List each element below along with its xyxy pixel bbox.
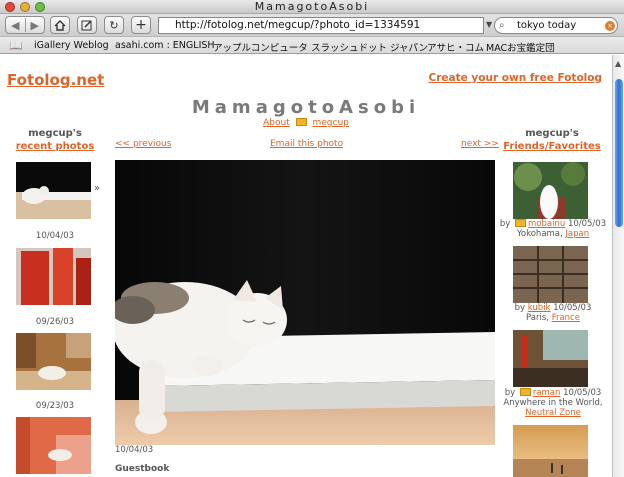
email-photo-link[interactable]: Email this photo	[270, 139, 343, 149]
recent-photo-thumb[interactable]	[16, 248, 91, 305]
window-title: MamagotoAsobi	[254, 0, 370, 13]
favorite-user-link[interactable]: raman	[533, 388, 561, 398]
vertical-scrollbar[interactable]: ▲	[612, 55, 624, 477]
search-icon: ⌕	[499, 20, 505, 31]
bookmarks-bar: 📖 iGallery Weblog asahi.com : ENGLISH アッ…	[0, 36, 624, 54]
favorite-user-link[interactable]: mobainu	[528, 219, 565, 229]
add-bookmark-button[interactable]: +	[131, 16, 151, 34]
photo-date: 10/04/03	[115, 445, 154, 455]
reload-button[interactable]: ↻	[104, 16, 124, 34]
bookmark-item[interactable]: スラッシュドット ジャパン	[311, 40, 428, 54]
forward-arrow-icon[interactable]: ▶	[25, 19, 44, 32]
room-cat-photo-thumb	[16, 333, 91, 390]
interior-photo-thumb	[513, 330, 588, 387]
bookmark-item[interactable]: MACお宝鑑定団	[486, 40, 555, 54]
current-photo-marker: »	[94, 183, 101, 194]
beach-photo-thumb	[513, 425, 588, 477]
edit-button[interactable]	[77, 16, 97, 34]
main-photo[interactable]	[115, 160, 495, 445]
friends-favorites-link[interactable]: Friends/Favorites	[497, 140, 607, 153]
owner-label: megcup's	[28, 128, 82, 139]
home-button[interactable]	[50, 16, 70, 34]
red-room-photo-thumb	[16, 417, 91, 474]
favorite-place: Anywhere in the World,	[503, 398, 603, 408]
favorite-user-link[interactable]: kubik	[528, 303, 551, 313]
guestbook-label: Guestbook	[115, 464, 170, 474]
user-icon	[519, 388, 531, 396]
shelves-photo-thumb	[513, 246, 588, 303]
browser-toolbar: ◀ ▶ ↻ + http://fotolog.net/megcup/?photo…	[0, 14, 624, 36]
back-forward-buttons: ◀ ▶	[5, 16, 45, 34]
favorite-caption: by raman 10/05/03 Anywhere in the World,…	[497, 388, 609, 418]
recent-photo-thumb[interactable]	[16, 333, 91, 390]
back-arrow-icon[interactable]: ◀	[6, 19, 25, 32]
favorite-date: 10/05/03	[563, 388, 602, 398]
favorite-photo-thumb[interactable]	[513, 330, 588, 387]
friends-favorites-header: megcup's Friends/Favorites	[497, 127, 607, 153]
pencil-icon	[81, 20, 92, 31]
search-input[interactable]: tokyo today	[494, 17, 618, 34]
wedding-photo-thumb	[513, 162, 588, 219]
chevron-down-icon[interactable]: ▼	[486, 20, 492, 29]
favorite-photo-thumb[interactable]	[513, 425, 588, 477]
by-label: by	[514, 303, 526, 313]
reload-icon: ↻	[109, 18, 119, 32]
owner-label: megcup's	[525, 128, 579, 139]
favorite-place: Yokohama,	[516, 229, 566, 239]
favorite-country-link[interactable]: Neutral Zone	[525, 408, 581, 418]
bookmark-item[interactable]: アサヒ・コム	[427, 40, 484, 54]
recent-photo-thumb[interactable]	[16, 417, 91, 474]
address-bar[interactable]: http://fotolog.net/megcup/?photo_id=1334…	[158, 17, 484, 34]
favorite-date: 10/05/03	[567, 219, 607, 229]
recent-photos-header: megcup's recent photos	[0, 127, 110, 153]
favorite-photo-thumb[interactable]	[513, 162, 588, 219]
red-chair-photo-thumb	[16, 248, 91, 305]
bookmark-item[interactable]: asahi.com : ENGLISH	[115, 40, 215, 51]
user-link[interactable]: megcup	[312, 118, 348, 128]
clear-search-icon[interactable]: ×	[605, 21, 615, 31]
thumb-date: 09/26/03	[35, 317, 75, 327]
recent-photo-thumb[interactable]	[16, 162, 91, 219]
bookmark-item[interactable]: アップルコンピュータ	[213, 40, 308, 54]
favorite-caption: by mobainu 10/05/03 Yokohama, Japan	[497, 219, 609, 239]
favorite-country-link[interactable]: Japan	[565, 229, 589, 239]
favorite-place: Paris,	[526, 313, 552, 323]
scroll-thumb[interactable]	[615, 79, 623, 227]
about-link[interactable]: About	[263, 118, 290, 128]
by-label: by	[504, 388, 516, 398]
scroll-up-arrow-icon[interactable]: ▲	[615, 59, 621, 68]
window-titlebar: MamagotoAsobi	[0, 0, 624, 14]
web-page: Fotolog.net Create your own free Fotolog…	[0, 55, 612, 477]
thumb-date: 09/23/03	[35, 401, 75, 411]
favorite-photo-thumb[interactable]	[513, 246, 588, 303]
recent-photos-link[interactable]: recent photos	[0, 140, 110, 153]
bookmark-item[interactable]: iGallery Weblog	[34, 40, 109, 51]
favorite-country-link[interactable]: France	[552, 313, 580, 323]
home-icon	[54, 19, 66, 31]
favorite-date: 10/05/03	[553, 303, 592, 313]
thumb-date: 10/04/03	[35, 231, 75, 241]
book-icon[interactable]: 📖	[9, 39, 23, 52]
cat-photo-thumb	[16, 162, 91, 219]
page-title: MamagotoAsobi	[191, 97, 421, 118]
by-label: by	[499, 219, 511, 229]
user-icon	[295, 118, 307, 126]
site-logo-link[interactable]: Fotolog.net	[7, 71, 104, 89]
user-icon	[515, 219, 526, 227]
favorite-caption: by kubik 10/05/03 Paris, France	[497, 303, 609, 323]
next-photo-link[interactable]: next >>	[461, 139, 499, 149]
sleeping-cat-photo	[115, 160, 495, 445]
plus-icon: +	[135, 17, 147, 33]
create-fotolog-link[interactable]: Create your own free Fotolog	[429, 72, 602, 84]
previous-photo-link[interactable]: << previous	[115, 139, 171, 149]
